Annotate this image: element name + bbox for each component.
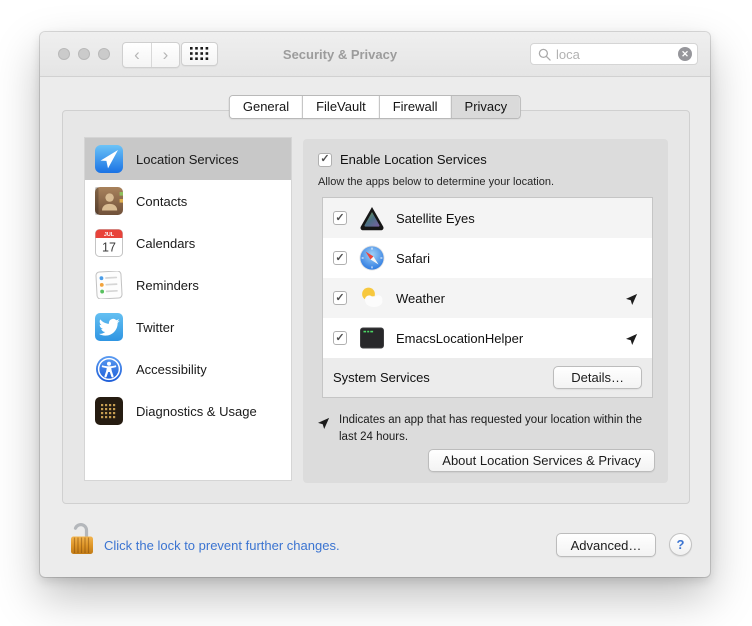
security-privacy-window: ‹ › Security & Privacy ✕ General FileVau… <box>40 32 710 577</box>
weather-icon <box>359 285 385 311</box>
minimize-window-button[interactable] <box>78 48 90 60</box>
search-icon <box>538 48 551 61</box>
sidebar-item-calendars[interactable]: JUL 17 Calendars <box>85 222 291 264</box>
sidebar-item-label: Accessibility <box>136 362 207 377</box>
sidebar-item-diagnostics-usage[interactable]: Diagnostics & Usage <box>85 390 291 432</box>
unlocked-padlock-icon[interactable] <box>68 520 96 558</box>
system-services-label: System Services <box>333 370 430 385</box>
traffic-lights <box>58 48 110 60</box>
advanced-button[interactable]: Advanced… <box>556 533 656 557</box>
safari-icon <box>359 245 385 271</box>
sidebar-item-label: Calendars <box>136 236 195 251</box>
app-list: ✓ Satellite Eyes ✓ <box>322 197 653 398</box>
app-checkbox[interactable]: ✓ <box>333 291 347 305</box>
sidebar-item-location-services[interactable]: Location Services <box>85 138 291 180</box>
app-row-satellite-eyes[interactable]: ✓ Satellite Eyes <box>323 198 652 238</box>
details-button[interactable]: Details… <box>553 366 642 389</box>
enable-location-services-checkbox[interactable]: ✓ <box>318 153 332 167</box>
search-field[interactable]: ✕ <box>530 43 698 65</box>
tab-filevault[interactable]: FileVault <box>302 96 379 118</box>
enable-location-services-label: Enable Location Services <box>340 152 487 167</box>
tab-general[interactable]: General <box>230 96 302 118</box>
enable-location-services-row: ✓ Enable Location Services <box>318 152 487 167</box>
search-input[interactable] <box>556 47 673 62</box>
help-button[interactable]: ? <box>669 533 692 556</box>
back-button[interactable]: ‹ <box>123 43 151 67</box>
sidebar-item-twitter[interactable]: Twitter <box>85 306 291 348</box>
location-arrow-icon <box>95 145 123 173</box>
app-checkbox[interactable]: ✓ <box>333 211 347 225</box>
recent-location-arrow-icon <box>626 331 640 345</box>
tab-firewall[interactable]: Firewall <box>379 96 451 118</box>
sidebar-item-label: Twitter <box>136 320 174 335</box>
titlebar: ‹ › Security & Privacy ✕ <box>40 32 710 77</box>
recent-location-arrow-icon <box>626 291 640 305</box>
sidebar-item-accessibility[interactable]: Accessibility <box>85 348 291 390</box>
close-window-button[interactable] <box>58 48 70 60</box>
location-services-panel: ✓ Enable Location Services Allow the app… <box>303 139 668 483</box>
svg-text:17: 17 <box>102 241 116 255</box>
sidebar-item-label: Location Services <box>136 152 239 167</box>
app-row-emacslocationhelper[interactable]: ✓ EmacsLocationHelper <box>323 318 652 358</box>
zoom-window-button[interactable] <box>98 48 110 60</box>
emacs-location-helper-icon <box>359 325 385 351</box>
satellite-eyes-icon <box>359 205 385 231</box>
footnote-text: Indicates an app that has requested your… <box>339 412 651 445</box>
about-location-services-button[interactable]: About Location Services & Privacy <box>428 449 655 472</box>
accessibility-icon <box>95 355 123 383</box>
app-row-weather[interactable]: ✓ Weather <box>323 278 652 318</box>
twitter-bird-icon <box>95 313 123 341</box>
window-title: Security & Privacy <box>160 47 520 62</box>
sidebar-item-label: Diagnostics & Usage <box>136 404 257 419</box>
sidebar-item-reminders[interactable]: Reminders <box>85 264 291 306</box>
svg-text:JUL: JUL <box>104 232 115 238</box>
panel-subtitle: Allow the apps below to determine your l… <box>318 176 554 188</box>
tab-bar: General FileVault Firewall Privacy <box>229 95 521 119</box>
recent-location-footnote: Indicates an app that has requested your… <box>318 412 654 445</box>
tab-privacy[interactable]: Privacy <box>451 96 521 118</box>
location-arrow-icon <box>318 415 332 429</box>
app-checkbox[interactable]: ✓ <box>333 331 347 345</box>
app-name: Weather <box>396 291 626 306</box>
clear-search-button[interactable]: ✕ <box>678 47 692 61</box>
sidebar-item-label: Reminders <box>136 278 199 293</box>
sidebar-item-contacts[interactable]: Contacts <box>85 180 291 222</box>
privacy-category-list: Location Services Contacts <box>84 137 292 481</box>
app-checkbox[interactable]: ✓ <box>333 251 347 265</box>
calendar-icon: JUL 17 <box>95 229 123 257</box>
reminders-list-icon <box>95 271 123 299</box>
lock-hint-text: Click the lock to prevent further change… <box>104 538 340 553</box>
system-services-row: System Services Details… <box>323 358 652 397</box>
sidebar-item-label: Contacts <box>136 194 187 209</box>
privacy-content-box: Location Services Contacts <box>62 110 690 504</box>
app-row-safari[interactable]: ✓ <box>323 238 652 278</box>
app-name: Satellite Eyes <box>396 211 640 226</box>
contacts-book-icon <box>95 187 123 215</box>
diagnostics-grid-icon <box>95 397 123 425</box>
app-name: EmacsLocationHelper <box>396 331 626 346</box>
app-name: Safari <box>396 251 640 266</box>
